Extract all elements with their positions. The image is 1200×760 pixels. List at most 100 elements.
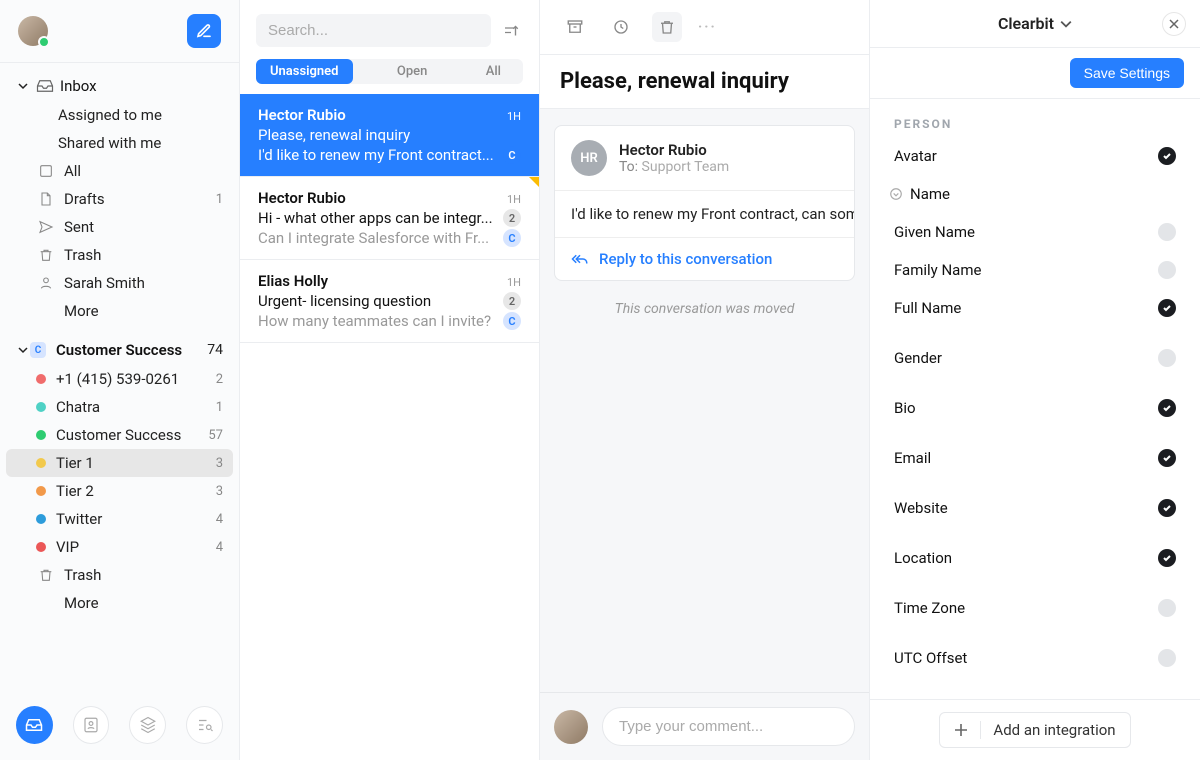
check-off-icon[interactable] (1158, 349, 1176, 367)
conversation-item[interactable]: Elias Holly1HUrgent- licensing question2… (240, 260, 539, 343)
clock-icon (612, 18, 630, 36)
sidebar-item-chatra[interactable]: Chatra1 (6, 393, 233, 421)
sidebar-item--1-415-539-0261[interactable]: +1 (415) 539-02612 (6, 365, 233, 393)
layers-icon (36, 163, 56, 179)
sidebar-item-sarah-smith[interactable]: Sarah Smith (6, 269, 233, 297)
sidebar-item-trash[interactable]: Trash (6, 241, 233, 269)
conversation-item[interactable]: Hector Rubio1HHi - what other apps can b… (240, 177, 539, 260)
compose-button[interactable] (187, 14, 221, 48)
tray-icon (25, 716, 43, 734)
conv-subject: Hi - what other apps can be integr...2 (258, 209, 521, 227)
check-on-icon[interactable] (1158, 499, 1176, 517)
sidebar-item-customer-success[interactable]: Customer Success57 (6, 421, 233, 449)
field-row-bio[interactable]: Bio (870, 389, 1200, 427)
check-on-icon[interactable] (1158, 449, 1176, 467)
trash-icon (36, 247, 56, 263)
inbox-tool-button[interactable] (16, 706, 53, 744)
conversation-item[interactable]: Hector Rubio1HPlease, renewal inquiryI'd… (240, 94, 539, 177)
sidebar-item-tier-2[interactable]: Tier 23 (6, 477, 233, 505)
check-on-icon[interactable] (1158, 549, 1176, 567)
field-row-given-name[interactable]: Given Name (870, 213, 1200, 251)
conv-time: 1H (507, 110, 521, 123)
sidebar-item-trash[interactable]: Trash (6, 561, 233, 589)
field-name: Website (894, 499, 948, 517)
sidebar-item-tier-1[interactable]: Tier 13 (6, 449, 233, 477)
conversation-pane: ··· Please, renewal inquiry HR Hector Ru… (540, 0, 870, 760)
conversation-list: Unassigned Open All Hector Rubio1HPlease… (240, 0, 540, 760)
thread-count-badge: 2 (503, 209, 521, 227)
sidebar-item-count: 1 (216, 400, 223, 415)
conv-time: 1H (507, 276, 521, 289)
sidebar-item-assigned-to-me[interactable]: Assigned to me (6, 101, 233, 129)
close-button[interactable] (1162, 12, 1186, 36)
archive-icon (566, 18, 584, 36)
tab-unassigned[interactable]: Unassigned (256, 59, 353, 84)
sort-button[interactable] (499, 19, 523, 43)
field-row-full-name[interactable]: Full Name (870, 289, 1200, 327)
save-settings-button[interactable]: Save Settings (1070, 58, 1184, 88)
sidebar-item-shared-with-me[interactable]: Shared with me (6, 129, 233, 157)
sidebar-item-all[interactable]: All (6, 157, 233, 185)
user-avatar[interactable] (18, 16, 48, 46)
sidebar-item-twitter[interactable]: Twitter4 (6, 505, 233, 533)
sidebar-item-sent[interactable]: Sent (6, 213, 233, 241)
reply-button[interactable]: Reply to this conversation (555, 237, 854, 280)
field-row-avatar[interactable]: Avatar (870, 137, 1200, 175)
field-row-family-name[interactable]: Family Name (870, 251, 1200, 289)
chevron-down-icon (1060, 18, 1072, 30)
add-integration-button[interactable]: Add an integration (939, 712, 1130, 748)
sidebar-item-more[interactable]: More (6, 589, 233, 617)
sender-avatar: HR (571, 140, 607, 176)
sidebar-item-label: Twitter (56, 510, 216, 528)
sidebar-item-label: Customer Success (56, 426, 208, 444)
field-row-name[interactable]: Name (870, 175, 1200, 213)
check-on-icon[interactable] (1158, 299, 1176, 317)
group-label: Customer Success (56, 341, 182, 359)
check-off-icon[interactable] (1158, 599, 1176, 617)
check-off-icon[interactable] (1158, 649, 1176, 667)
conv-from: Hector Rubio (258, 189, 346, 207)
check-off-icon[interactable] (1158, 261, 1176, 279)
channel-badge: C (503, 229, 521, 247)
inbox-header[interactable]: Inbox (6, 71, 233, 101)
archive-button[interactable] (560, 12, 590, 42)
channel-badge: C (503, 146, 521, 164)
snooze-button[interactable] (606, 12, 636, 42)
check-on-icon[interactable] (1158, 399, 1176, 417)
channel-dot (36, 430, 46, 440)
tab-all[interactable]: All (472, 59, 523, 84)
check-off-icon[interactable] (1158, 223, 1176, 241)
sidebar-item-label: Trash (64, 246, 223, 264)
channel-dot (36, 402, 46, 412)
sidebar-item-label: More (64, 302, 223, 320)
composer-input[interactable] (602, 707, 855, 746)
field-name: Location (894, 549, 952, 567)
conv-preview: Can I integrate Salesforce with Fr...C (258, 229, 521, 247)
search-input[interactable] (256, 14, 491, 47)
group-count: 74 (207, 342, 223, 358)
field-row-employment[interactable]: Employment (870, 689, 1200, 699)
sidebar-item-more[interactable]: More (6, 297, 233, 325)
field-row-location[interactable]: Location (870, 539, 1200, 577)
delete-button[interactable] (652, 12, 682, 42)
contacts-tool-button[interactable] (73, 706, 110, 744)
layers-tool-button[interactable] (129, 706, 166, 744)
field-row-gender[interactable]: Gender (870, 339, 1200, 377)
conversation-subject: Please, renewal inquiry (540, 55, 869, 109)
field-name: Time Zone (894, 599, 965, 617)
field-row-email[interactable]: Email (870, 439, 1200, 477)
more-button[interactable]: ··· (698, 19, 717, 35)
panel-title[interactable]: Clearbit (998, 14, 1072, 33)
group-header[interactable]: C Customer Success 74 (6, 335, 233, 365)
to-label: To: (619, 159, 638, 175)
field-row-utc-offset[interactable]: UTC Offset (870, 639, 1200, 677)
tab-open[interactable]: Open (353, 59, 472, 84)
field-row-website[interactable]: Website (870, 489, 1200, 527)
check-on-icon[interactable] (1158, 147, 1176, 165)
analytics-tool-button[interactable] (186, 706, 223, 744)
sidebar-item-drafts[interactable]: Drafts1 (6, 185, 233, 213)
panel-header: Clearbit (870, 0, 1200, 48)
sidebar-item-vip[interactable]: VIP4 (6, 533, 233, 561)
field-row-time-zone[interactable]: Time Zone (870, 589, 1200, 627)
sidebar-item-count: 57 (208, 428, 223, 443)
